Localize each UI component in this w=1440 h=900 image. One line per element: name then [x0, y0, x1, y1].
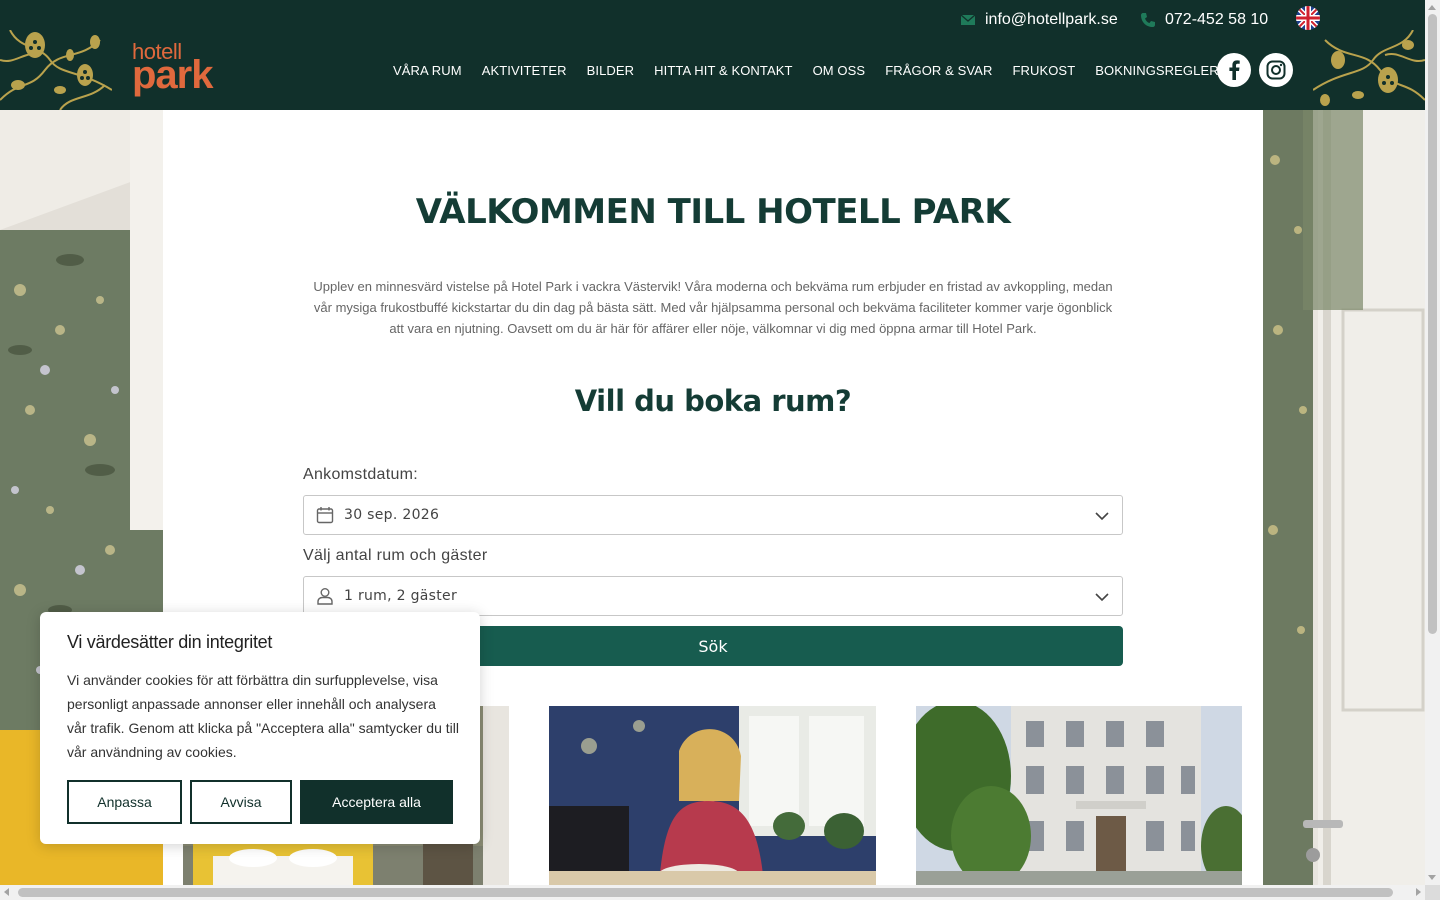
arrival-date-value: 30 sep. 2026	[344, 507, 440, 523]
scrollbar-corner	[1425, 885, 1440, 900]
floral-pattern-left	[0, 30, 112, 110]
background-photo-right	[1263, 110, 1425, 885]
horizontal-scrollbar[interactable]	[0, 885, 1425, 900]
instagram-icon[interactable]	[1259, 53, 1293, 87]
nav-item-om-oss[interactable]: OM OSS	[813, 63, 866, 78]
nav-item-frukost[interactable]: FRUKOST	[1012, 63, 1075, 78]
nav-item-hitta-hit-kontakt[interactable]: HITTA HIT & KONTAKT	[654, 63, 792, 78]
intro-text: Upplev en minnesvärd vistelse på Hotel P…	[313, 279, 1113, 336]
calendar-icon	[316, 507, 334, 524]
arrival-date-picker[interactable]: 30 sep. 2026	[303, 495, 1123, 535]
scroll-down-arrow-icon[interactable]	[1428, 875, 1436, 880]
arrival-date-label: Ankomstdatum:	[303, 466, 419, 483]
cookie-banner-title: Vi värdesätter din integritet	[67, 632, 273, 652]
accept-all-cookies-button[interactable]: Acceptera alla	[300, 780, 453, 824]
horizontal-scrollbar-thumb[interactable]	[18, 888, 1393, 897]
phone-icon	[1141, 13, 1155, 27]
vertical-scrollbar[interactable]	[1425, 0, 1440, 885]
reject-cookies-button[interactable]: Avvisa	[190, 780, 292, 824]
nav-item-fragor-svar[interactable]: FRÅGOR & SVAR	[885, 63, 992, 78]
logo-text-park: park	[132, 53, 213, 97]
booking-heading: Vill du boka rum?	[574, 384, 852, 418]
chevron-down-icon	[1095, 593, 1109, 602]
hotel-exterior-photo[interactable]	[916, 706, 1242, 885]
main-navigation: VÅRA RUM AKTIVITETER BILDER HITTA HIT & …	[393, 60, 1219, 80]
rooms-guests-selector[interactable]: 1 rum, 2 gäster	[303, 576, 1123, 616]
site-header: hotell park info@hotellpark.se 072-452 5…	[0, 0, 1425, 110]
rooms-guests-value: 1 rum, 2 gäster	[344, 588, 457, 604]
person-icon	[317, 588, 333, 605]
nav-item-bilder[interactable]: BILDER	[587, 63, 635, 78]
contact-email-text: info@hotellpark.se	[985, 11, 1118, 28]
uk-flag-icon[interactable]	[1296, 6, 1320, 30]
vertical-scrollbar-thumb[interactable]	[1428, 14, 1437, 634]
nav-item-vara-rum[interactable]: VÅRA RUM	[393, 63, 462, 78]
customize-cookies-button[interactable]: Anpassa	[67, 780, 182, 824]
contact-phone-link[interactable]: 072-452 58 10	[1140, 8, 1268, 32]
floral-pattern-right	[1313, 30, 1425, 110]
contact-phone-text: 072-452 58 10	[1165, 11, 1269, 28]
cookie-consent-banner: Vi värdesätter din integritet Vi använde…	[40, 612, 480, 844]
envelope-icon	[960, 14, 976, 25]
nav-item-bokningsregler[interactable]: BOKNINGSREGLER	[1095, 63, 1218, 78]
hotell-park-logo[interactable]: hotell park	[132, 40, 242, 100]
facebook-icon[interactable]	[1217, 53, 1251, 87]
nav-item-aktiviteter[interactable]: AKTIVITETER	[482, 63, 567, 78]
page-title: VÄLKOMMEN TILL HOTELL PARK	[415, 192, 1011, 232]
contact-email-link[interactable]: info@hotellpark.se	[960, 8, 1118, 32]
cookie-banner-text: Vi använder cookies för att förbättra di…	[67, 672, 459, 760]
rooms-guests-label: Välj antal rum och gäster	[303, 547, 488, 564]
breakfast-photo[interactable]	[549, 706, 876, 885]
scroll-left-arrow-icon[interactable]	[4, 888, 9, 896]
scroll-right-arrow-icon[interactable]	[1416, 888, 1421, 896]
chevron-down-icon	[1095, 512, 1109, 521]
scroll-up-arrow-icon[interactable]	[1428, 5, 1436, 10]
